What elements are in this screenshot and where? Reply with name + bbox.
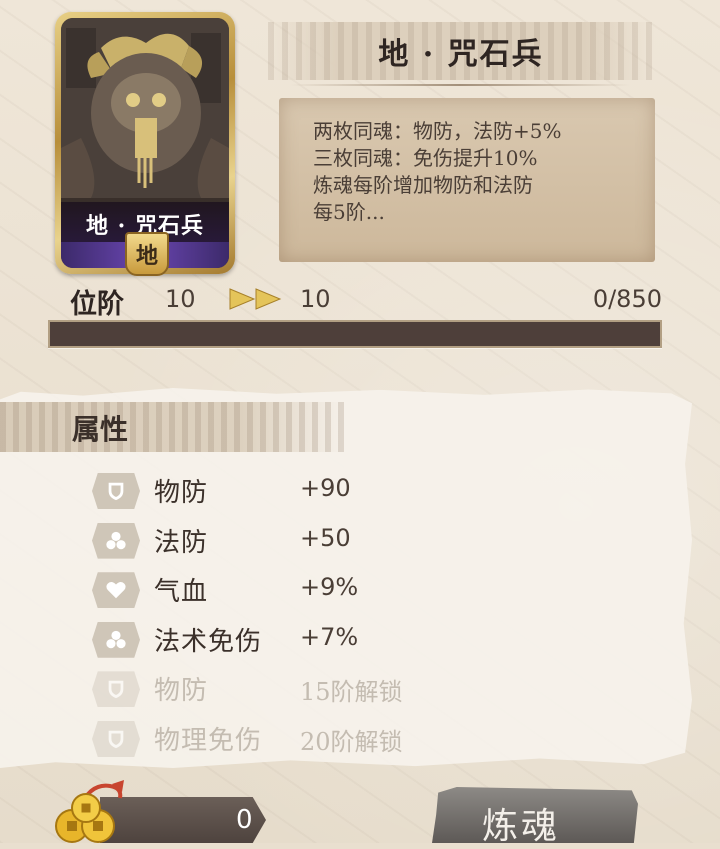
title-banner: 地 · 咒石兵 — [268, 22, 654, 80]
attributes-list: 物防 +90 法防 +50 气血 +9% 法术免伤 +7% 物防 15阶解锁 物… — [92, 468, 512, 766]
stone-soldier-portrait — [61, 18, 229, 198]
attribute-value: +50 — [300, 523, 351, 552]
attribute-name: 物防 — [154, 478, 209, 508]
description-line: 两枚同魂：物防，法防+5% — [313, 119, 562, 143]
attribute-value: +90 — [300, 474, 351, 502]
attribute-name: 法防 — [154, 527, 209, 558]
attribute-name: 气血 — [154, 577, 209, 608]
attribute-value: +7% — [300, 622, 359, 651]
description-line: 三枚同魂：免伤提升10% — [313, 146, 538, 170]
double-arrow-icon — [229, 288, 282, 310]
rank-current: 10 — [165, 285, 196, 313]
attribute-value: +9% — [300, 573, 359, 602]
shield-icon — [92, 473, 140, 509]
coin-icon — [55, 780, 124, 843]
clover-icon — [92, 522, 140, 559]
shield-icon — [92, 720, 140, 757]
description-line: 每5阶... — [313, 200, 385, 224]
description-line: 炼魂每阶增加物防和法防 — [313, 173, 533, 197]
soul-card[interactable]: 地 · 咒石兵 地 — [55, 12, 235, 276]
attributes-title: 属性 — [72, 413, 129, 446]
description-box[interactable]: 两枚同魂：物防，法防+5% 三枚同魂：免伤提升10% 炼魂每阶增加物防和法防 每… — [279, 98, 655, 262]
clover-icon — [92, 621, 140, 658]
rank-next: 10 — [300, 285, 331, 313]
currency-count: 0 — [236, 805, 253, 835]
shield-icon — [92, 671, 140, 708]
card-element-badge: 地 — [125, 232, 169, 276]
attribute-name: 法术免伤 — [154, 626, 263, 657]
attribute-row: 法术免伤 +7% — [92, 617, 512, 667]
attribute-unlock-requirement: 15阶解锁 — [300, 678, 403, 707]
title-divider — [290, 84, 630, 86]
rank-exp: 0/850 — [592, 285, 662, 313]
attribute-row-locked: 物防 15阶解锁 — [92, 666, 512, 716]
attribute-row-locked: 物理免伤 20阶解锁 — [92, 716, 512, 766]
rank-label: 位阶 — [70, 289, 124, 320]
description-text: 两枚同魂：物防，法防+5% 三枚同魂：免伤提升10% 炼魂每阶增加物防和法防 每… — [313, 118, 625, 240]
heart-icon — [92, 572, 140, 609]
page-title: 地 · 咒石兵 — [378, 37, 544, 72]
attribute-row: 气血 +9% — [92, 567, 512, 617]
refine-button-label: 炼魂 — [482, 806, 561, 847]
attribute-name: 物防 — [154, 676, 209, 707]
attribute-name: 物理免伤 — [154, 725, 263, 756]
attribute-unlock-requirement: 20阶解锁 — [300, 727, 403, 756]
attribute-row: 法防 +50 — [92, 518, 512, 568]
refine-soul-button[interactable]: 炼魂 — [432, 787, 638, 843]
card-inner: 地 · 咒石兵 — [61, 18, 229, 268]
rank-progress-bar — [48, 320, 662, 348]
attribute-row: 物防 +90 — [92, 468, 512, 518]
rank-row: 位阶 10 10 0/850 — [70, 282, 662, 320]
attributes-header — [0, 402, 345, 452]
